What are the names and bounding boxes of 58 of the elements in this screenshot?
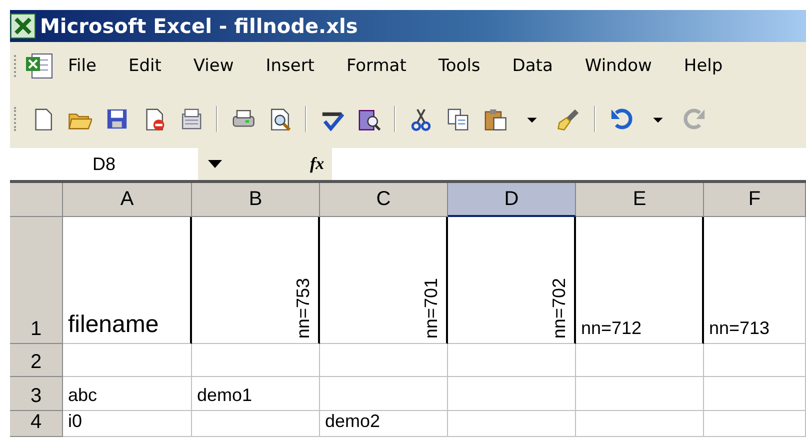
column-header[interactable]: F (704, 183, 806, 217)
row-header[interactable]: 2 (10, 344, 63, 377)
table-cell[interactable] (192, 411, 320, 437)
table-cell[interactable]: demo1 (192, 377, 320, 411)
insert-function-button[interactable]: fx (310, 148, 324, 180)
table-cell[interactable] (192, 344, 320, 377)
column-header[interactable]: D (448, 183, 576, 217)
column-header[interactable]: E (576, 183, 704, 217)
paintbrush-icon[interactable] (557, 107, 581, 131)
table-cell[interactable] (576, 377, 704, 411)
menu-item[interactable]: Insert (266, 56, 314, 76)
menu-item[interactable]: Window (584, 56, 652, 76)
copy-icon[interactable] (446, 107, 470, 131)
scissors-icon[interactable] (409, 107, 433, 131)
table-cell[interactable] (576, 411, 704, 437)
table-cell[interactable]: nn=701 (320, 217, 448, 344)
window-title: Microsoft Excel - fillnode.xls (40, 14, 358, 38)
column-header[interactable]: A (63, 183, 192, 217)
row-header[interactable]: 1 (10, 217, 63, 344)
menu-item[interactable]: Tools (438, 56, 480, 76)
menu-item[interactable]: File (68, 56, 96, 76)
table-cell[interactable] (704, 344, 806, 377)
row-header[interactable]: 4 (10, 411, 63, 437)
table-cell[interactable]: nn=713 (704, 217, 806, 344)
caret-icon[interactable] (208, 160, 222, 168)
table-cell[interactable] (704, 377, 806, 411)
menu-item[interactable]: Edit (128, 56, 162, 76)
table-cell[interactable] (448, 411, 576, 437)
table-cell[interactable]: i0 (63, 411, 192, 437)
column-header[interactable]: B (192, 183, 320, 217)
table-cell[interactable] (320, 344, 448, 377)
menu-item[interactable]: View (193, 56, 234, 76)
table-cell[interactable] (320, 377, 448, 411)
table-cell[interactable]: abc (63, 377, 192, 411)
table-cell[interactable] (448, 377, 576, 411)
table-cell[interactable] (63, 344, 192, 377)
paste-clipboard-icon[interactable] (483, 107, 507, 131)
research-icon[interactable] (357, 107, 381, 131)
column-header[interactable]: C (320, 183, 448, 217)
row-header[interactable]: 3 (10, 377, 63, 411)
table-cell[interactable]: nn=702 (448, 217, 576, 344)
table-cell[interactable]: filename (63, 217, 192, 344)
table-cell[interactable] (576, 344, 704, 377)
name-box[interactable]: D8 (10, 148, 198, 180)
table-cell[interactable]: demo2 (320, 411, 448, 437)
email-icon[interactable] (179, 107, 203, 131)
spreadsheet-icon[interactable] (10, 13, 36, 39)
undo-arrow-icon[interactable] (609, 107, 633, 131)
menu-item[interactable]: Help (684, 56, 723, 76)
table-cell[interactable]: nn=753 (192, 217, 320, 344)
formula-field[interactable] (332, 148, 806, 180)
menu-item[interactable]: Data (512, 56, 553, 76)
table-cell[interactable] (448, 344, 576, 377)
print-preview-icon[interactable] (268, 107, 292, 131)
table-cell[interactable]: nn=712 (576, 217, 704, 344)
table-cell[interactable] (704, 411, 806, 437)
spreadsheet-icon[interactable] (24, 51, 54, 81)
menu-item[interactable]: Format (346, 56, 406, 76)
